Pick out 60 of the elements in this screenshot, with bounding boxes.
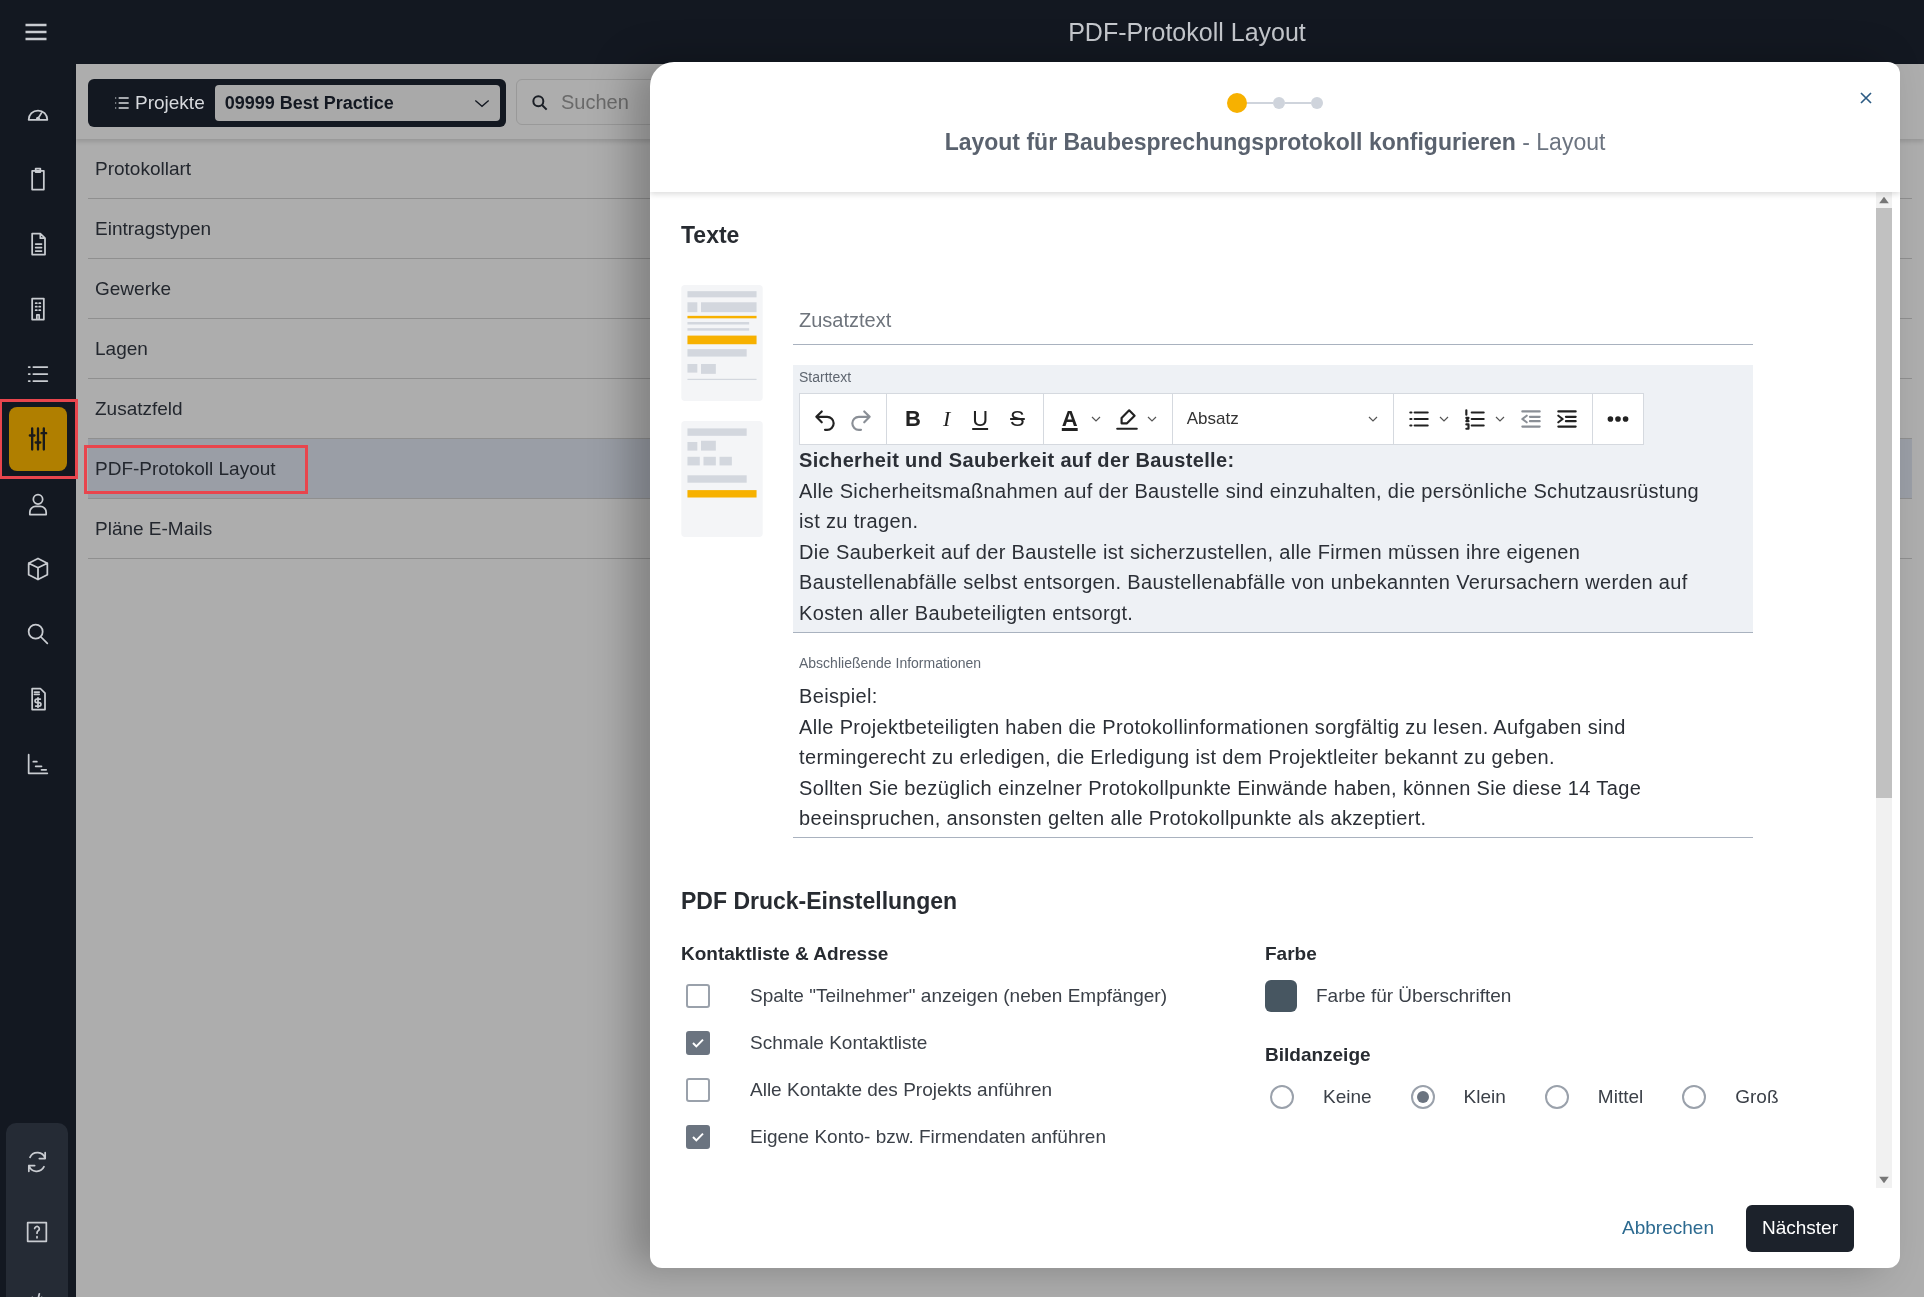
menu-item-label: PDF-Protokoll Layout [95,457,276,479]
nav-item[interactable] [9,407,67,471]
format-button[interactable]: U [966,406,995,432]
scrollbar[interactable] [1876,192,1892,1188]
radio-button[interactable] [1410,1084,1435,1109]
section-heading: Texte [681,222,741,249]
editor-paragraph: Alle Sicherheitsmaßnahmen auf der Baustelle sind einzuhalten, die persönliche Schutzausrüstung ist zu tragen. [799,478,1701,534]
editor-paragraph: Sollten Sie bezüglich einzelner Protokollpunkte Einwände haben, können Sie diese 14 Tage beeinspruchen, ansonsten gelten alle Protokollpunkte als akzeptiert. [799,775,1643,831]
radio-label: Groß [1735,1085,1779,1108]
format-button[interactable]: S [1004,406,1031,432]
layout-thumbnail[interactable] [681,285,763,401]
radio-label: Klein [1463,1085,1506,1108]
checkbox[interactable] [686,1078,710,1102]
search-icon [530,93,550,113]
section-heading: PDF Druck-Einstellungen [681,887,959,915]
page-title: PDF-Protokoll Layout [1067,17,1306,47]
block-format-dropdown[interactable]: Absatz [1184,409,1381,429]
project-dropdown[interactable]: 09999 Best Practice [214,85,500,121]
radio-label: Keine [1323,1085,1372,1108]
menu-item-label: Eintragstypen [95,217,212,239]
field-label: Starttext [799,369,852,385]
checkbox-label: Spalte "Teilnehmer" anzeigen (neben Empfänger) [750,985,1167,1007]
editor-paragraph: Alle Projektbeteiligten haben die Protokollinformationen sorgfältig zu lesen. Aufgaben sind termingerecht zu erledigen, die Erledigung ist dem Projektleiter bekannt zu geben. [799,714,1627,770]
next-button[interactable]: Nächster [1745,1204,1854,1252]
group-heading: Farbe [1265,942,1318,965]
projects-label: Projekte [135,92,205,114]
radio-button[interactable] [1682,1084,1707,1109]
editor-paragraph: Beispiel: [799,684,878,709]
menu-item-label: Pläne E-Mails [95,517,213,539]
radio-button[interactable] [1544,1084,1569,1109]
checkbox-label: Eigene Konto- bzw. Firmendaten anführen [750,1126,1106,1148]
color-label: Farbe für Überschriften [1316,985,1512,1007]
cancel-link[interactable]: Abbrechen [1622,1217,1714,1239]
radio-label: Mittel [1597,1085,1644,1108]
radio-button[interactable] [1270,1084,1294,1109]
menu-item-label: Protokollart [95,157,192,179]
checkbox[interactable] [686,984,710,1008]
layout-thumbnail[interactable] [681,421,763,537]
menu-item-label: Gewerke [95,277,172,299]
checkbox-label: Schmale Kontaktliste [750,1032,928,1054]
menu-item-label: Lagen [95,337,148,359]
step-connector [1285,102,1311,104]
step-connector [1247,102,1273,104]
field-label: Abschließende Informationen [799,655,982,671]
scrollbar-thumb[interactable] [1876,208,1892,798]
group-heading: Kontaktliste & Adresse [681,942,890,965]
format-button[interactable]: I [936,406,957,432]
color-swatch[interactable] [1265,980,1297,1012]
format-button[interactable]: B [899,406,927,432]
menu-item-label: Zusatzfeld [95,397,183,419]
dialog-title: Layout für Baubesprechungsprotokoll konfigurieren - Layout [944,129,1606,156]
highlighter-icon[interactable] [1113,406,1140,432]
editor-paragraph: Die Sauberkeit auf der Baustelle ist sicherzustellen, alle Firmen müssen ihre eigenen Baustellenabfälle selbst entsorgen. Baustellenabfälle von unbekannten Verursachern werden auf Kosten aller Baubeteiligten entsorgt. [799,539,1689,626]
checkbox[interactable] [686,1031,710,1055]
checkbox-label: Alle Kontakte des Projekts anführen [750,1079,1053,1101]
group-heading: Bildanzeige [1265,1043,1372,1066]
editor-paragraph: Sicherheit und Sauberkeit auf der Baustelle: [799,448,1235,473]
checkbox[interactable] [686,1125,710,1149]
start-text-editor[interactable] [793,365,1753,633]
font-color-button[interactable]: A [1055,406,1084,432]
